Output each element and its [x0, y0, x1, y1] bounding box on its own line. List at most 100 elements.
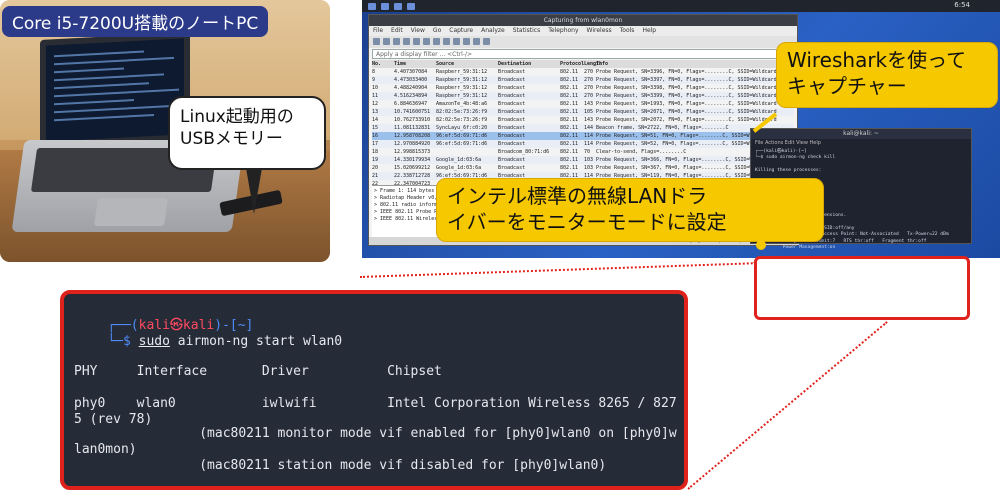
- packet-cell: 10.762733910: [394, 117, 431, 123]
- terminal-icon[interactable]: [394, 2, 402, 10]
- menu-item[interactable]: Tools: [620, 26, 635, 36]
- packet-cell: 270: [584, 85, 594, 91]
- packet-cell: 802.11: [560, 117, 579, 123]
- menu-item[interactable]: Telephony: [548, 26, 578, 36]
- packet-cell: 270: [584, 69, 594, 75]
- column-header[interactable]: Protocol: [560, 60, 584, 68]
- close-icon[interactable]: [433, 38, 440, 45]
- packet-cell: 22.338712728: [394, 173, 431, 179]
- menu-item[interactable]: Edit: [391, 26, 403, 36]
- packet-row[interactable]: 16 12.958708208 96:ef:5d:69:71:d6 Broadcast…: [372, 132, 794, 140]
- packet-cell: Broadcom_80:71:d6: [498, 149, 550, 155]
- packet-list-header: No. Time Source Destination Protocol Length In…: [372, 60, 794, 68]
- packet-cell: 12.970884920: [394, 141, 431, 147]
- zoom-in-icon[interactable]: [483, 38, 490, 45]
- shark-fin-icon[interactable]: [373, 38, 380, 45]
- packet-cell: 10.741600751: [394, 109, 431, 115]
- reload-icon[interactable]: [443, 38, 450, 45]
- packet-cell: 10: [372, 85, 379, 91]
- packet-cell: Raspberr_59:31:12: [436, 93, 488, 99]
- packet-cell: Broadcast: [498, 117, 526, 123]
- monitor-mode-callout-line1: インテル標準の無線LANドラ: [447, 184, 708, 208]
- packet-cell: 15: [372, 125, 379, 131]
- packet-cell: 14.330179934: [394, 157, 431, 163]
- column-header[interactable]: Info: [596, 60, 766, 68]
- packet-cell: Broadcast: [498, 77, 526, 83]
- packet-row[interactable]: 19 14.330179934 Google_1d:03:6a Broadcast 80…: [372, 156, 794, 164]
- packet-cell: Raspberr_59:31:12: [436, 69, 488, 75]
- packet-cell: 96:ef:5d:69:71:d6: [436, 141, 488, 147]
- menu-item[interactable]: Go: [433, 26, 441, 36]
- browser-icon[interactable]: [407, 2, 415, 10]
- packet-cell: 802.11: [560, 149, 579, 155]
- packet-cell: 103: [584, 165, 594, 171]
- column-header[interactable]: Time: [394, 60, 436, 68]
- open-icon[interactable]: [413, 38, 420, 45]
- packet-cell: Broadcast: [498, 141, 526, 147]
- packet-cell: Raspberr_59:31:12: [436, 77, 488, 83]
- usb-callout-line1: Linux起動用の: [180, 107, 294, 127]
- packet-row[interactable]: 20 15.020699212 Google_1d:03:6a Broadcast 80…: [372, 164, 794, 172]
- small-terminal-title: kali@kali: ~: [751, 129, 971, 139]
- packet-cell: 15.020699212: [394, 165, 431, 171]
- packet-cell: 4.488240904: [394, 85, 428, 91]
- packet-row[interactable]: 12 6.884636947 AmazonTe_4b:48:a6 Broadcast 8…: [372, 100, 794, 108]
- back-icon[interactable]: [463, 38, 470, 45]
- command-args: airmon-ng start wlan0: [169, 334, 343, 349]
- packet-cell: 20: [372, 165, 379, 171]
- monitor-mode-line: (mac80211 monitor mode vif enabled for […: [74, 426, 677, 441]
- display-filter-input[interactable]: Apply a display filter ... <Ctrl-/>: [372, 49, 794, 59]
- clock: 6:54: [954, 1, 970, 9]
- wireshark-callout-line1: Wiresharkを使って: [787, 48, 967, 72]
- packet-row[interactable]: 9 4.473033400 Raspberr_59:31:12 Broadcast 80…: [372, 76, 794, 84]
- packet-cell: 82:02:5e:73:26:f9: [436, 109, 488, 115]
- menu-item[interactable]: Analyze: [481, 26, 505, 36]
- packet-cell: 144: [584, 125, 594, 131]
- forward-icon[interactable]: [473, 38, 480, 45]
- packet-cell: 12: [372, 101, 379, 107]
- menu-item[interactable]: File: [373, 26, 383, 36]
- packet-row[interactable]: 10 4.488240904 Raspberr_59:31:12 Broadcast 8…: [372, 84, 794, 92]
- packet-cell: Probe Request, SN=3399, FN=0, Flags=....…: [596, 93, 777, 99]
- column-header[interactable]: Destination: [498, 60, 560, 68]
- packet-row[interactable]: 8 4.407307084 Raspberr_59:31:12 Broadcast 80…: [372, 68, 794, 76]
- zoomed-terminal: ┌──(kali㉿kali)-[~] └─$ sudo airmon-ng st…: [60, 290, 688, 490]
- menu-item[interactable]: Help: [642, 26, 656, 36]
- monitor-mode-line-wrap: lan0mon): [74, 442, 137, 457]
- packet-cell: Google_1d:03:6a: [436, 165, 482, 171]
- packet-row[interactable]: 14 10.762733910 82:02:5e:73:26:f9 Broadcast…: [372, 116, 794, 124]
- packet-cell: 4.407307084: [394, 69, 428, 75]
- packet-row[interactable]: 13 10.741600751 82:02:5e:73:26:f9 Broadcast…: [372, 108, 794, 116]
- search-icon[interactable]: [453, 38, 460, 45]
- prompt-line2: └─$: [107, 334, 139, 349]
- packet-cell: 802.11: [560, 109, 579, 115]
- column-header[interactable]: Length: [584, 60, 602, 68]
- files-icon[interactable]: [381, 2, 389, 10]
- menu-item[interactable]: View: [411, 26, 425, 36]
- kali-menu-icon[interactable]: [368, 2, 376, 10]
- save-icon[interactable]: [423, 38, 430, 45]
- packet-row[interactable]: 15 11.081132831 SyncLayu_6f:c0:20 Broadcast…: [372, 124, 794, 132]
- options-icon[interactable]: [403, 38, 410, 45]
- menu-item[interactable]: Wireless: [587, 26, 612, 36]
- packet-row[interactable]: 11 4.516234894 Raspberr_59:31:12 Broadcast 8…: [372, 92, 794, 100]
- column-header[interactable]: Source: [436, 60, 498, 68]
- column-header[interactable]: No.: [372, 60, 394, 68]
- menu-item[interactable]: Statistics: [513, 26, 540, 36]
- packet-cell: 9: [372, 77, 376, 83]
- packet-cell: 11: [372, 93, 379, 99]
- packet-cell: 114: [584, 133, 594, 139]
- menu-item[interactable]: Capture: [449, 26, 473, 36]
- packet-cell: Probe Request, SN=2072, FN=0, Flags=....…: [596, 117, 777, 123]
- packet-cell: 802.11: [560, 85, 579, 91]
- restart-icon[interactable]: [393, 38, 400, 45]
- connector-bottom: [687, 321, 888, 490]
- packet-cell: Clear-to-send, Flags=........C: [596, 149, 687, 155]
- packet-cell: 18: [372, 149, 379, 155]
- packet-cell: SyncLayu_6f:c0:20: [436, 125, 488, 131]
- packet-cell: 21: [372, 173, 379, 179]
- small-terminal-menu: File Actions Edit View Help: [755, 140, 821, 146]
- packet-row[interactable]: 18 12.998815373 Broadcom_80:71:d6 802.11 70 C…: [372, 148, 794, 156]
- packet-row[interactable]: 17 12.970884920 96:ef:5d:69:71:d6 Broadcast…: [372, 140, 794, 148]
- stop-icon[interactable]: [383, 38, 390, 45]
